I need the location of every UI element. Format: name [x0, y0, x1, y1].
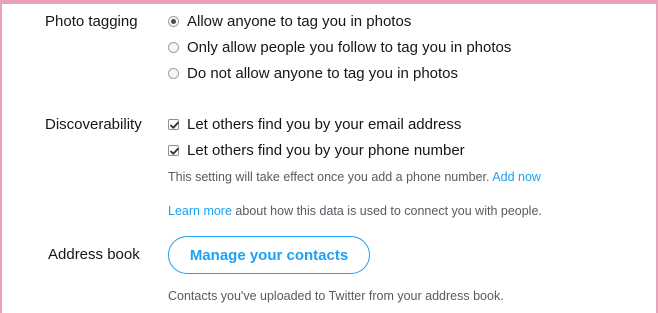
radio-do-not-allow[interactable]: Do not allow anyone to tag you in photos — [168, 65, 458, 82]
radio-label: Allow anyone to tag you in photos — [187, 13, 412, 30]
checkmark-icon — [170, 121, 179, 129]
radio-label: Do not allow anyone to tag you in photos — [187, 65, 459, 82]
checkbox-find-by-email[interactable]: Let others find you by your email addres… — [168, 116, 461, 133]
checkbox-checked[interactable] — [168, 119, 179, 130]
address-book-description: Contacts you've uploaded to Twitter from… — [168, 289, 504, 303]
photo-tagging-label: Photo tagging — [45, 13, 138, 30]
radio-button[interactable] — [168, 68, 179, 79]
manage-contacts-button[interactable]: Manage your contacts — [168, 236, 370, 274]
phone-setting-note: This setting will take effect once you a… — [168, 170, 541, 184]
radio-label: Only allow people you follow to tag you … — [187, 39, 512, 56]
add-now-link[interactable]: Add now — [492, 170, 541, 184]
checkbox-label: Let others find you by your email addres… — [187, 116, 462, 133]
checkbox-label: Let others find you by your phone number — [187, 142, 465, 159]
discoverability-label: Discoverability — [45, 116, 142, 133]
phone-note-text: This setting will take effect once you a… — [168, 170, 490, 184]
learn-more-line: Learn more about how this data is used t… — [168, 204, 542, 218]
checkmark-icon — [170, 147, 179, 155]
checkbox-checked[interactable] — [168, 145, 179, 156]
radio-button-selected[interactable] — [168, 16, 179, 27]
address-book-label: Address book — [48, 246, 140, 263]
learn-more-link[interactable]: Learn more — [168, 204, 232, 218]
learn-more-text: about how this data is used to connect y… — [235, 204, 542, 218]
radio-allow-anyone[interactable]: Allow anyone to tag you in photos — [168, 13, 411, 30]
radio-button[interactable] — [168, 42, 179, 53]
checkbox-find-by-phone[interactable]: Let others find you by your phone number — [168, 142, 465, 159]
radio-only-followed[interactable]: Only allow people you follow to tag you … — [168, 39, 511, 56]
